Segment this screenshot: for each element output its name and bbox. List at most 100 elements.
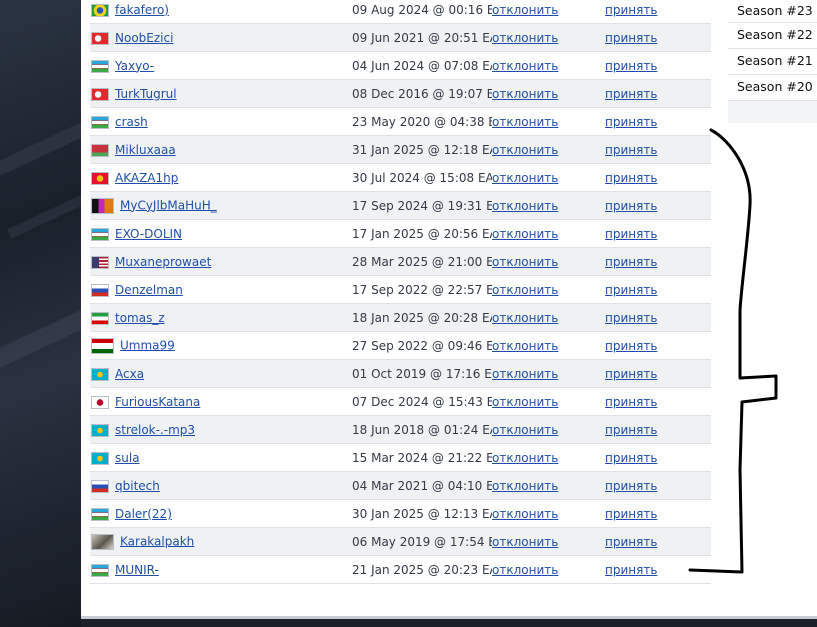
accept-link[interactable]: принять <box>605 115 657 129</box>
player-cell: MUNIR- <box>90 555 342 584</box>
player-name-link[interactable]: tomas_z <box>115 311 165 325</box>
request-row: tomas_z 18 Jan 2025 @ 20:28 EAT отклонить п… <box>90 303 711 332</box>
season-item[interactable]: Season #21 <box>728 49 817 75</box>
player-name-link[interactable]: Mikluxaaa <box>115 143 176 157</box>
uzbekistan-flag-icon <box>91 115 109 129</box>
reject-link[interactable]: отклонить <box>492 255 558 269</box>
reject-link[interactable]: отклонить <box>492 31 558 45</box>
accept-link[interactable]: принять <box>605 3 657 17</box>
request-row: Muxaneprowaet 28 Mar 2025 @ 21:00 EATоткл… <box>90 247 711 276</box>
accept-link[interactable]: принять <box>605 143 657 157</box>
reject-link[interactable]: отклонить <box>492 171 558 185</box>
accept-link[interactable]: принять <box>605 423 657 437</box>
reject-cell: отклонить <box>492 415 605 444</box>
reject-link[interactable]: отклонить <box>492 143 558 157</box>
player-name-link[interactable]: Karakalpakh <box>120 534 194 548</box>
accept-cell: принять <box>605 135 711 164</box>
player-name-link[interactable]: Denzelman <box>115 283 183 297</box>
player-name-link[interactable]: Daler(22) <box>115 507 172 521</box>
reject-link[interactable]: отклонить <box>492 199 558 213</box>
player-name-link[interactable]: Muxaneprowaet <box>115 255 211 269</box>
accept-cell: принять <box>605 107 711 136</box>
reject-link[interactable]: отклонить <box>492 451 558 465</box>
player-name-link[interactable]: strelok-.-mp3 <box>115 423 195 437</box>
player-name-link[interactable]: MyCyJlbMaHuH_ <box>120 198 217 212</box>
accept-cell: принять <box>605 163 711 192</box>
custom-flag-icon <box>91 197 114 214</box>
player-name-link[interactable]: AKAZA1hp <box>115 171 178 185</box>
request-date-cell: 21 Jan 2025 @ 20:23 EAT <box>342 555 492 584</box>
reject-link[interactable]: отклонить <box>492 367 558 381</box>
accept-cell: принять <box>605 387 711 416</box>
season-item[interactable]: Season #23 <box>728 0 817 23</box>
accept-link[interactable]: принять <box>605 59 657 73</box>
reject-link[interactable]: отклонить <box>492 3 558 17</box>
accept-cell: принять <box>605 499 711 528</box>
accept-link[interactable]: принять <box>605 339 657 353</box>
request-date: 04 Jun 2024 @ 07:08 EAT <box>352 58 492 73</box>
player-cell: qbitech <box>90 471 342 500</box>
player-cell: crash <box>90 107 342 136</box>
player-name-link[interactable]: Acxa <box>115 367 144 381</box>
accept-cell: принять <box>605 51 711 80</box>
accept-link[interactable]: принять <box>605 367 657 381</box>
player-name-link[interactable]: TurkTugrul <box>115 87 177 101</box>
reject-cell: отклонить <box>492 499 605 528</box>
player-name-link[interactable]: NoobEzici <box>115 31 173 45</box>
accept-link[interactable]: принять <box>605 171 657 185</box>
kazakhstan-flag-icon <box>91 423 109 437</box>
accept-link[interactable]: принять <box>605 451 657 465</box>
player-name-link[interactable]: Umma99 <box>120 338 175 352</box>
kazakhstan-flag-icon <box>91 451 109 465</box>
player-name-link[interactable]: EXO-DOLIN <box>115 227 182 241</box>
reject-link[interactable]: отклонить <box>492 311 558 325</box>
accept-link[interactable]: принять <box>605 31 657 45</box>
player-cell: strelok-.-mp3 <box>90 415 342 444</box>
accept-link[interactable]: принять <box>605 311 657 325</box>
accept-link[interactable]: принять <box>605 199 657 213</box>
player-cell: fakafero) <box>90 0 342 24</box>
player-name-link[interactable]: qbitech <box>115 479 160 493</box>
request-date-cell: 07 Dec 2024 @ 15:43 EAT <box>342 387 492 416</box>
reject-link[interactable]: отклонить <box>492 423 558 437</box>
player-name-link[interactable]: sula <box>115 451 140 465</box>
player-name-link[interactable]: MUNIR- <box>115 563 159 577</box>
reject-link[interactable]: отклонить <box>492 115 558 129</box>
request-date: 08 Dec 2016 @ 19:07 EAT <box>352 86 492 101</box>
request-date-cell: 23 May 2020 @ 04:38 EAT <box>342 107 492 136</box>
request-row: Karakalpakh 06 May 2019 @ 17:54 EATотклон… <box>90 527 711 556</box>
reject-link[interactable]: отклонить <box>492 227 558 241</box>
reject-link[interactable]: отклонить <box>492 563 558 577</box>
accept-link[interactable]: принять <box>605 535 657 549</box>
request-row: MUNIR- 21 Jan 2025 @ 20:23 EAT отклонить пр… <box>90 555 711 584</box>
season-item[interactable]: Season #20 <box>728 75 817 101</box>
accept-link[interactable]: принять <box>605 255 657 269</box>
reject-cell: отклонить <box>492 0 605 24</box>
player-name-link[interactable]: crash <box>115 115 148 129</box>
reject-link[interactable]: отклонить <box>492 507 558 521</box>
player-name-link[interactable]: fakafero) <box>115 3 169 17</box>
reject-link[interactable]: отклонить <box>492 479 558 493</box>
request-row: Denzelman 17 Sep 2022 @ 22:57 EATотклонит… <box>90 275 711 304</box>
reject-link[interactable]: отклонить <box>492 283 558 297</box>
accept-link[interactable]: принять <box>605 563 657 577</box>
accept-link[interactable]: принять <box>605 395 657 409</box>
reject-link[interactable]: отклонить <box>492 339 558 353</box>
japan-flag-icon <box>91 395 109 409</box>
player-name-link[interactable]: Yaxyo- <box>115 59 154 73</box>
accept-link[interactable]: принять <box>605 479 657 493</box>
reject-link[interactable]: отклонить <box>492 59 558 73</box>
reject-link[interactable]: отклонить <box>492 395 558 409</box>
accept-link[interactable]: принять <box>605 507 657 521</box>
accept-link[interactable]: принять <box>605 87 657 101</box>
request-date: 04 Mar 2021 @ 04:10 EAT <box>352 478 492 493</box>
accept-cell: принять <box>605 219 711 248</box>
reject-link[interactable]: отклонить <box>492 535 558 549</box>
season-item[interactable]: Season #22 <box>728 23 817 49</box>
reject-link[interactable]: отклонить <box>492 87 558 101</box>
player-cell: sula <box>90 443 342 472</box>
accept-cell: принять <box>605 303 711 332</box>
accept-link[interactable]: принять <box>605 227 657 241</box>
player-name-link[interactable]: FuriousKatana <box>115 395 200 409</box>
accept-link[interactable]: принять <box>605 283 657 297</box>
